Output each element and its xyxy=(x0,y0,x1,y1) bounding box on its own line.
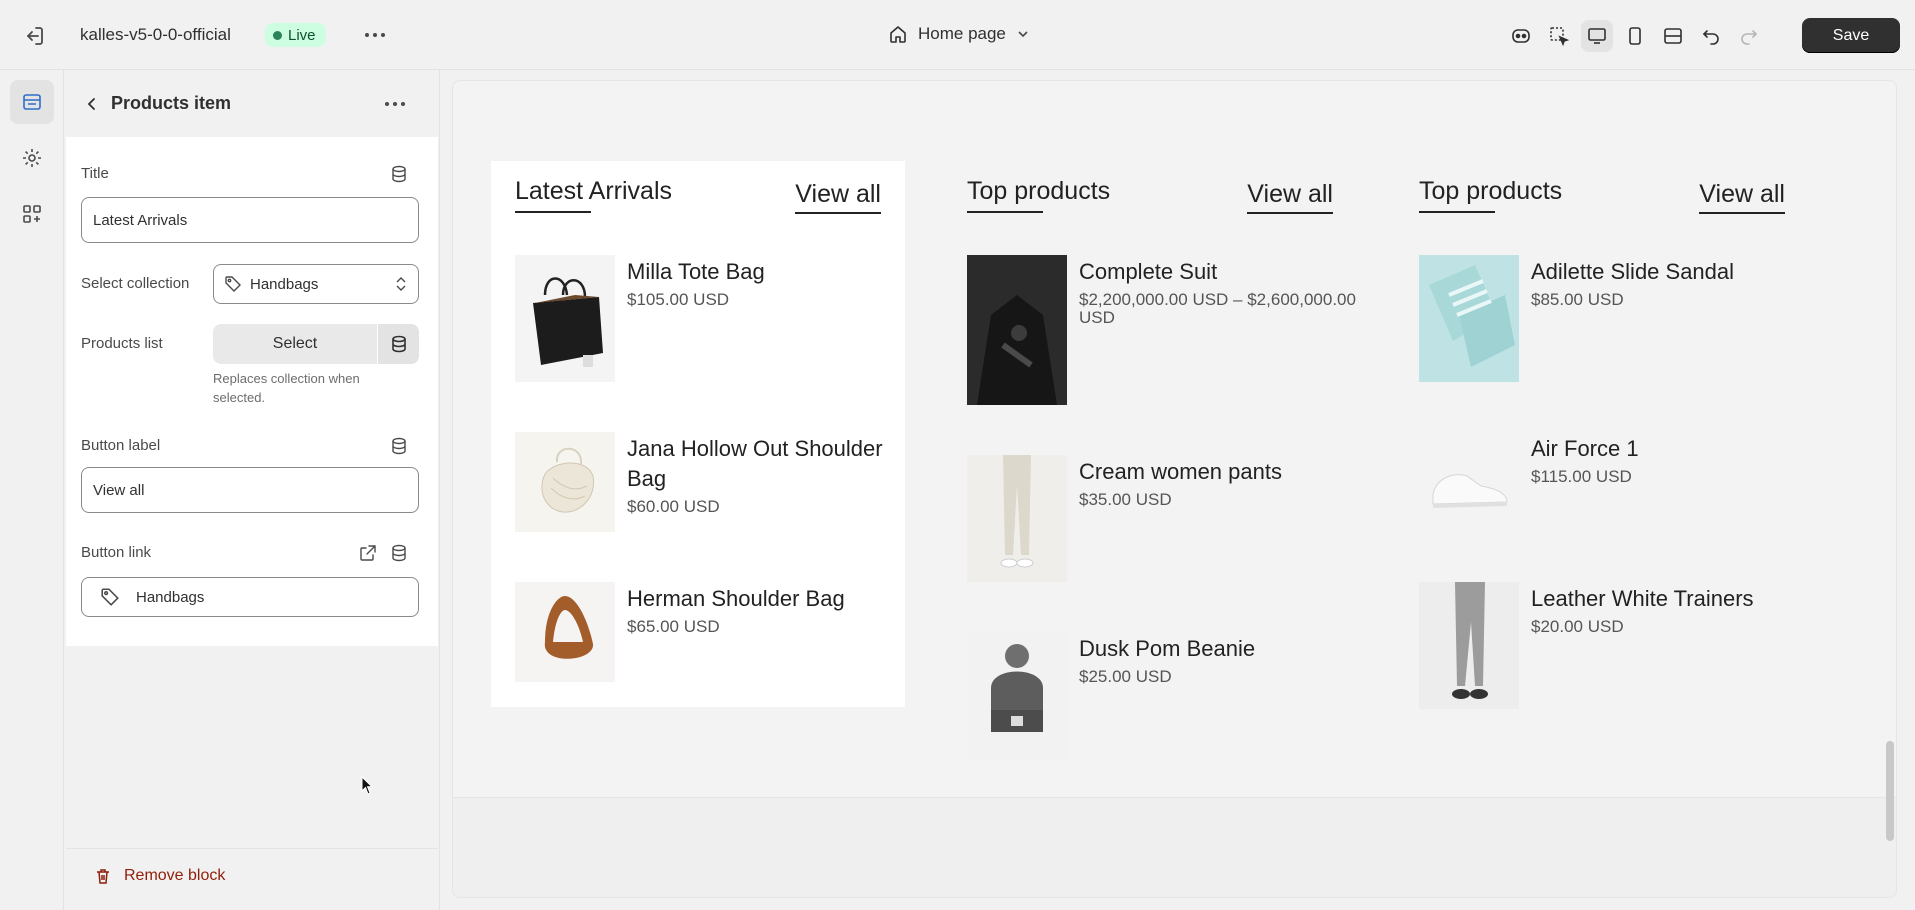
product-name: Cream women pants xyxy=(1079,459,1282,484)
undo-icon[interactable] xyxy=(1695,20,1727,52)
title-underline xyxy=(515,211,591,213)
settings-panel: Products item Title Latest Arrivals Sele… xyxy=(66,70,440,910)
tag-icon xyxy=(225,276,241,292)
product-price: $25.00 USD xyxy=(1079,667,1172,686)
top-bar: kalles-v5-0-0-official Live Home page Sa… xyxy=(0,0,1915,70)
title-input-value: Latest Arrivals xyxy=(93,211,188,229)
product-price: $105.00 USD xyxy=(627,290,730,309)
collection-value: Handbags xyxy=(250,275,319,293)
title-underline xyxy=(967,211,1043,213)
trainers-photo-icon xyxy=(1419,582,1519,709)
product-price: $20.00 USD xyxy=(1531,617,1624,636)
dynamic-source-icon[interactable] xyxy=(377,324,419,364)
toolbar-icons xyxy=(1505,20,1765,52)
desktop-view-icon[interactable] xyxy=(1581,20,1613,52)
product-name: Leather White Trainers xyxy=(1531,586,1754,611)
product-price: $85.00 USD xyxy=(1531,290,1624,309)
product-name: Milla Tote Bag xyxy=(627,259,765,284)
save-button[interactable]: Save xyxy=(1802,18,1900,53)
product-price: $2,200,000.00 USD – $2,600,000.00 USD xyxy=(1079,290,1356,327)
title-label: Title xyxy=(81,165,109,182)
products-list-help: Replaces collection when selected. xyxy=(213,371,360,405)
button-label-label: Button label xyxy=(81,437,161,454)
full-width-icon[interactable] xyxy=(1657,20,1689,52)
collection-label: Select collection xyxy=(81,275,190,292)
beanie-photo-icon xyxy=(967,632,1067,759)
product-price: $35.00 USD xyxy=(1079,490,1172,509)
store-name: kalles-v5-0-0-official xyxy=(80,25,231,44)
home-icon xyxy=(890,26,906,43)
live-dot-icon xyxy=(273,30,282,40)
exit-icon[interactable] xyxy=(22,24,46,48)
sections-icon[interactable] xyxy=(10,80,54,124)
preview-scrollbar[interactable] xyxy=(1886,741,1894,841)
more-options-icon[interactable] xyxy=(362,23,388,47)
dynamic-source-icon[interactable] xyxy=(389,164,409,184)
products-list-label: Products list xyxy=(81,335,163,352)
title-underline xyxy=(1419,211,1495,213)
ai-icon[interactable] xyxy=(1505,20,1537,52)
products-list-control: Select xyxy=(213,324,419,364)
product-name: Jana Hollow Out Shoulder Bag xyxy=(627,436,883,491)
inspector-icon[interactable] xyxy=(1543,20,1575,52)
panel-title: Products item xyxy=(111,93,232,113)
back-arrow-icon[interactable] xyxy=(80,92,104,116)
product-name: Air Force 1 xyxy=(1531,436,1639,461)
theme-settings-icon[interactable] xyxy=(10,136,54,180)
view-all-link[interactable]: View all xyxy=(1247,180,1333,214)
product-name: Complete Suit xyxy=(1079,259,1218,284)
status-badge: Live xyxy=(265,23,326,47)
block-title: Top products xyxy=(1419,177,1563,205)
view-all-link[interactable]: View all xyxy=(1699,180,1785,214)
button-label-value: View all xyxy=(93,481,145,499)
select-products-button[interactable]: Select xyxy=(213,324,377,364)
page-selector-label: Home page xyxy=(918,24,1006,43)
left-rail xyxy=(0,70,64,910)
block-title: Latest Arrivals xyxy=(515,177,673,205)
panel-footer: Remove block xyxy=(66,848,438,910)
pants-photo-icon xyxy=(967,455,1067,582)
button-link-label: Button link xyxy=(81,544,152,561)
trash-icon xyxy=(97,869,109,884)
button-link-value: Handbags xyxy=(136,588,205,606)
view-all-link[interactable]: View all xyxy=(795,180,881,214)
brown-shoulder-bag-icon xyxy=(515,582,615,682)
collection-picker[interactable]: Handbags xyxy=(213,264,419,304)
apps-icon[interactable] xyxy=(10,192,54,236)
external-link-icon[interactable] xyxy=(358,543,378,563)
remove-block-button[interactable]: Remove block xyxy=(94,867,225,885)
product-name: Adilette Slide Sandal xyxy=(1531,259,1735,284)
more-options-icon[interactable] xyxy=(382,92,408,116)
sandal-photo-icon xyxy=(1419,255,1519,382)
tag-icon xyxy=(101,588,119,606)
button-link-input[interactable]: Handbags xyxy=(81,577,419,617)
dynamic-source-icon[interactable] xyxy=(389,543,409,563)
product-price: $115.00 USD xyxy=(1531,467,1632,486)
select-chevron-icon xyxy=(396,277,406,291)
preview-canvas: Latest Arrivals View all Milla Tote Bag … xyxy=(452,80,1897,898)
product-name: Dusk Pom Beanie xyxy=(1079,636,1256,661)
product-name: Herman Shoulder Bag xyxy=(627,586,845,611)
product-price: $65.00 USD xyxy=(627,617,720,636)
product-list-block-latest[interactable]: Latest Arrivals View all Milla Tote Bag … xyxy=(491,161,905,707)
redo-icon[interactable] xyxy=(1733,20,1765,52)
sneaker-photo-icon xyxy=(1419,432,1519,532)
block-title: Top products xyxy=(967,177,1111,205)
product-price: $60.00 USD xyxy=(627,497,720,516)
page-selector[interactable]: Home page xyxy=(888,24,1030,44)
mobile-view-icon[interactable] xyxy=(1619,20,1651,52)
title-input[interactable]: Latest Arrivals xyxy=(81,197,419,243)
panel-header: Products item xyxy=(66,70,440,136)
block-settings-card: Title Latest Arrivals Select collection … xyxy=(66,137,438,646)
suit-photo-icon xyxy=(967,255,1067,405)
black-tote-bag-icon xyxy=(515,255,615,382)
dynamic-source-icon[interactable] xyxy=(389,436,409,456)
white-shoulder-bag-icon xyxy=(515,432,615,532)
status-text: Live xyxy=(288,26,316,44)
mouse-pointer-icon xyxy=(361,776,374,795)
remove-block-label: Remove block xyxy=(124,867,226,884)
chevron-down-icon xyxy=(1018,31,1028,38)
next-section-preview[interactable] xyxy=(453,797,1896,897)
button-label-input[interactable]: View all xyxy=(81,467,419,513)
